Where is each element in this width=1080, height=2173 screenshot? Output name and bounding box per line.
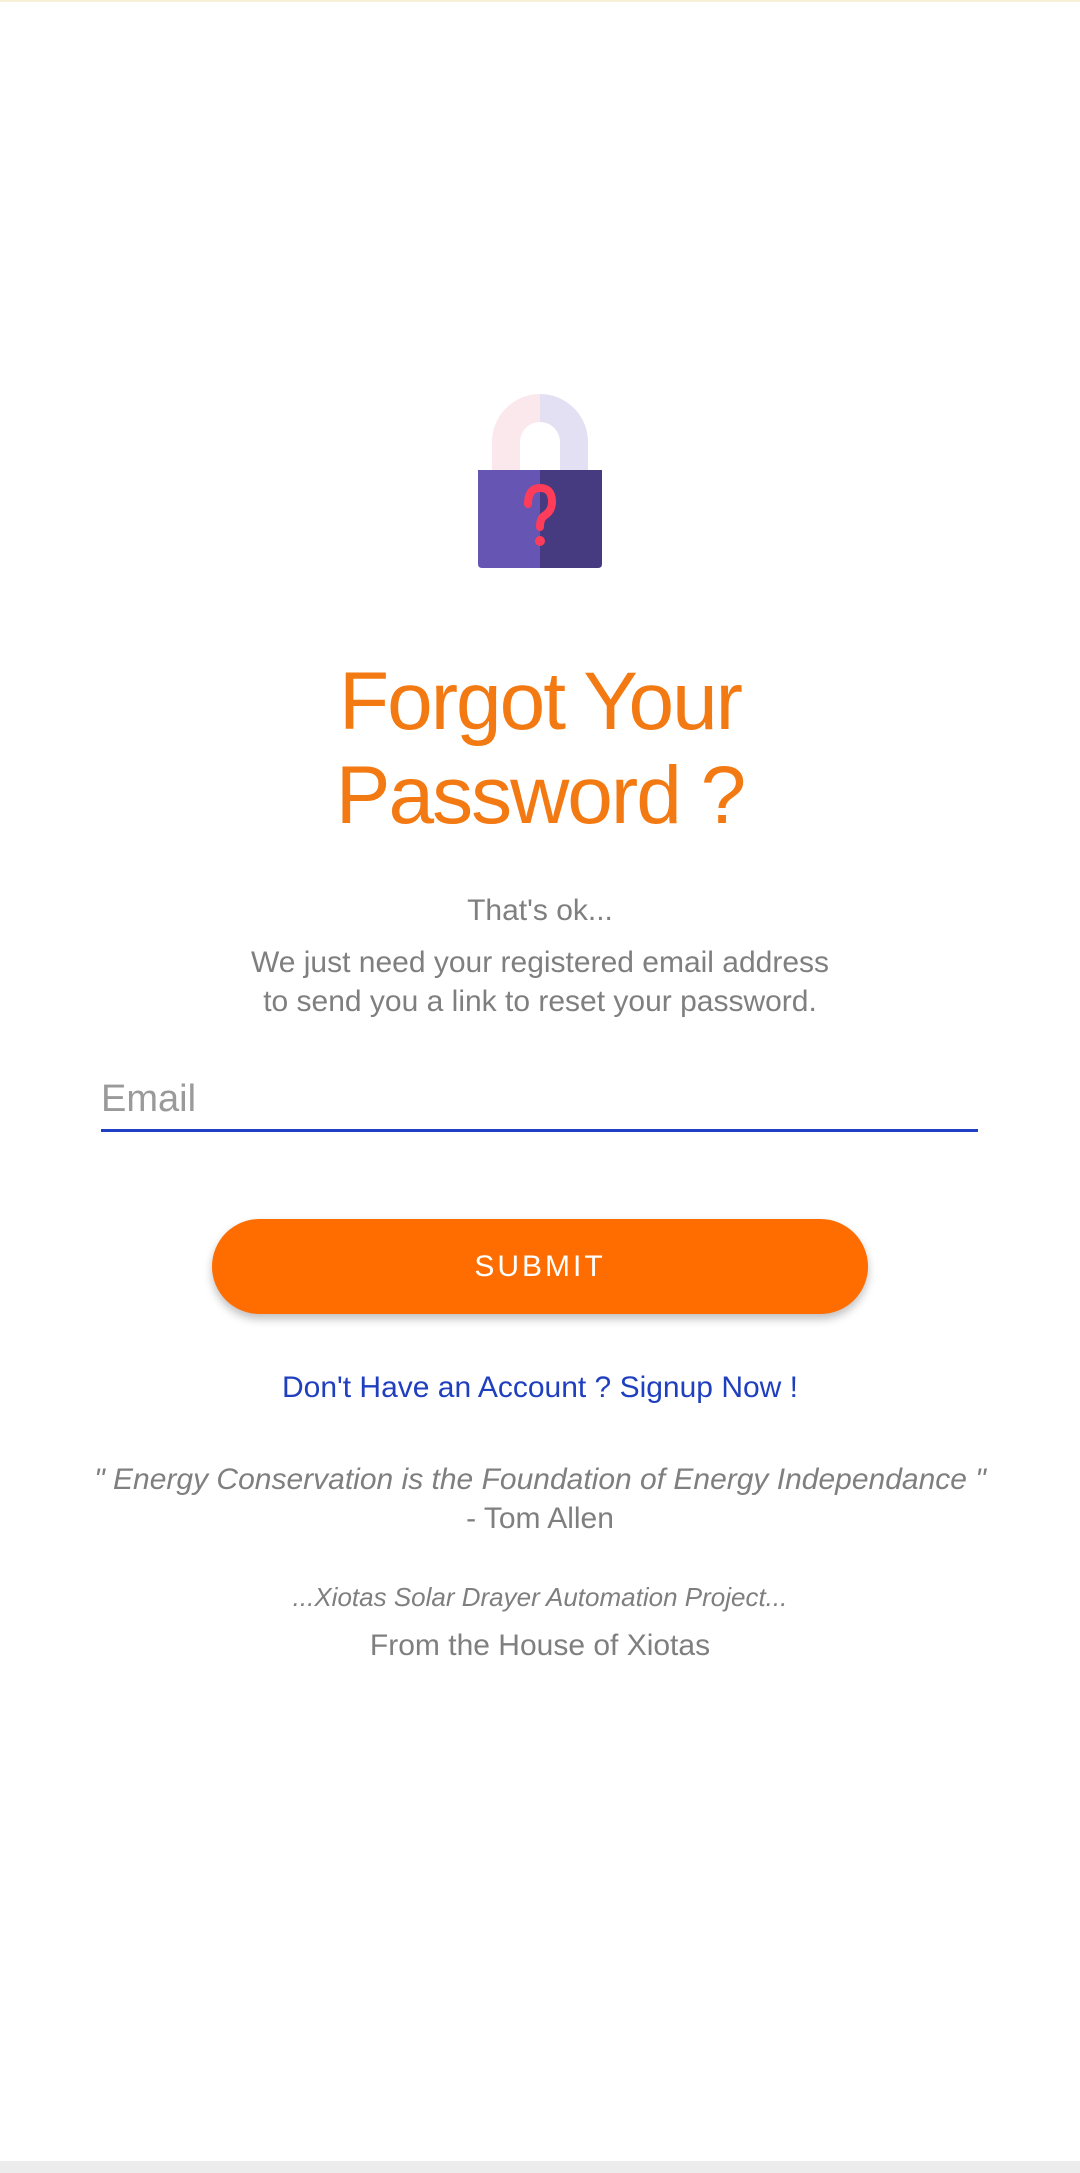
quote-author: - Tom Allen <box>466 1502 614 1535</box>
email-field[interactable] <box>101 1070 978 1132</box>
signup-link[interactable]: Don't Have an Account ? Signup Now ! <box>0 1368 1080 1408</box>
subtitle: That's ok... <box>467 894 613 927</box>
forgot-password-screen: Forgot Your Password ? That's ok... We j… <box>0 0 1080 2173</box>
project-name: ...Xiotas Solar Drayer Automation Projec… <box>292 1582 788 1612</box>
instructions: We just need your registered email addre… <box>0 943 1080 1021</box>
top-strip <box>0 0 1080 2</box>
credit-text: From the House of Xiotas <box>369 1629 711 1662</box>
lock-question-icon <box>478 394 602 568</box>
page-title-line-2: Password ? <box>335 750 746 841</box>
instructions-line-2: to send you a link to reset your passwor… <box>263 985 817 1018</box>
page-title-line-1: Forgot Your <box>339 656 743 747</box>
submit-button[interactable]: SUBMIT <box>212 1219 868 1314</box>
bottom-strip <box>0 2161 1080 2173</box>
page-title: Forgot Your Password ? <box>0 655 1080 843</box>
instructions-line-1: We just need your registered email addre… <box>250 946 830 979</box>
quote-text: " Energy Conservation is the Foundation … <box>94 1463 986 1496</box>
